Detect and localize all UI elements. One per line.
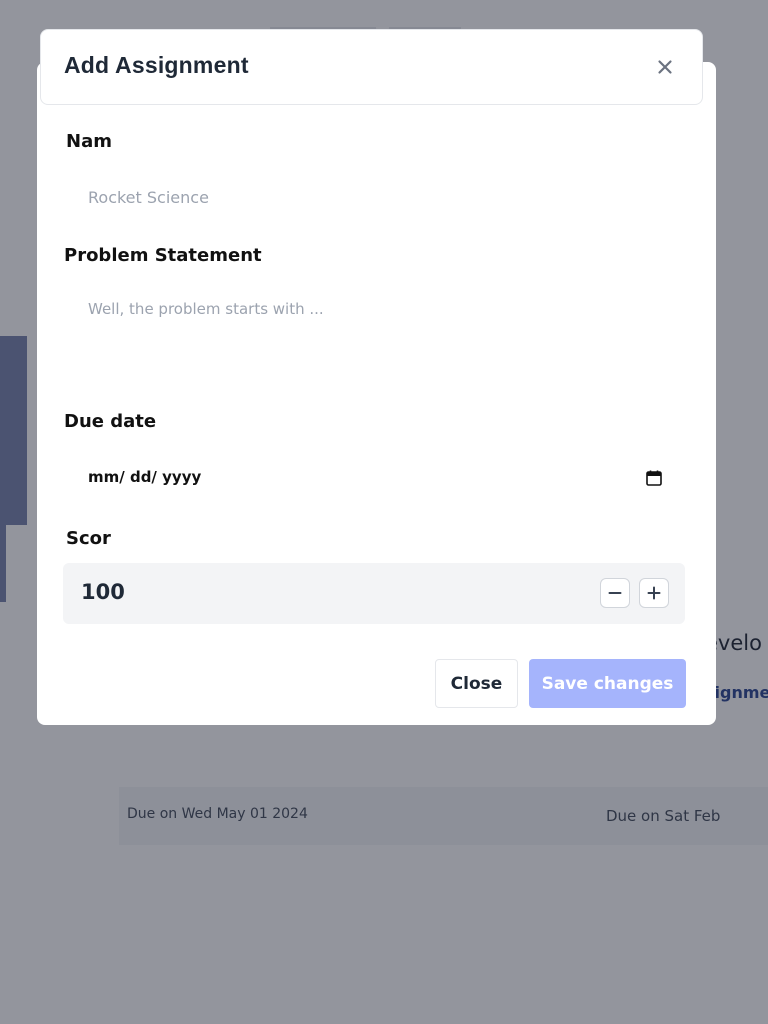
- score-stepper[interactable]: 100: [63, 563, 685, 624]
- name-label: Nam: [66, 131, 112, 152]
- decrement-button[interactable]: [600, 578, 630, 608]
- add-assignment-modal: [37, 62, 716, 725]
- due-date-label: Due date: [64, 411, 157, 432]
- increment-button[interactable]: [639, 578, 669, 608]
- plus-icon: [647, 586, 661, 600]
- score-value[interactable]: 100: [81, 580, 125, 604]
- score-label: Scor: [66, 528, 111, 549]
- modal-header: Add Assignment: [40, 29, 703, 105]
- close-icon[interactable]: [654, 56, 676, 78]
- problem-statement-label: Problem Statement: [64, 245, 262, 266]
- minus-icon: [608, 592, 622, 594]
- problem-statement-textarea[interactable]: [86, 298, 680, 382]
- close-button[interactable]: Close: [435, 659, 518, 708]
- save-changes-button[interactable]: Save changes: [529, 659, 686, 708]
- name-input[interactable]: [86, 183, 680, 211]
- calendar-icon[interactable]: [645, 469, 663, 487]
- due-date-placeholder: mm/ dd/ yyyy: [88, 468, 202, 486]
- modal-title: Add Assignment: [64, 52, 249, 78]
- due-date-input[interactable]: mm/ dd/ yyyy: [64, 456, 684, 500]
